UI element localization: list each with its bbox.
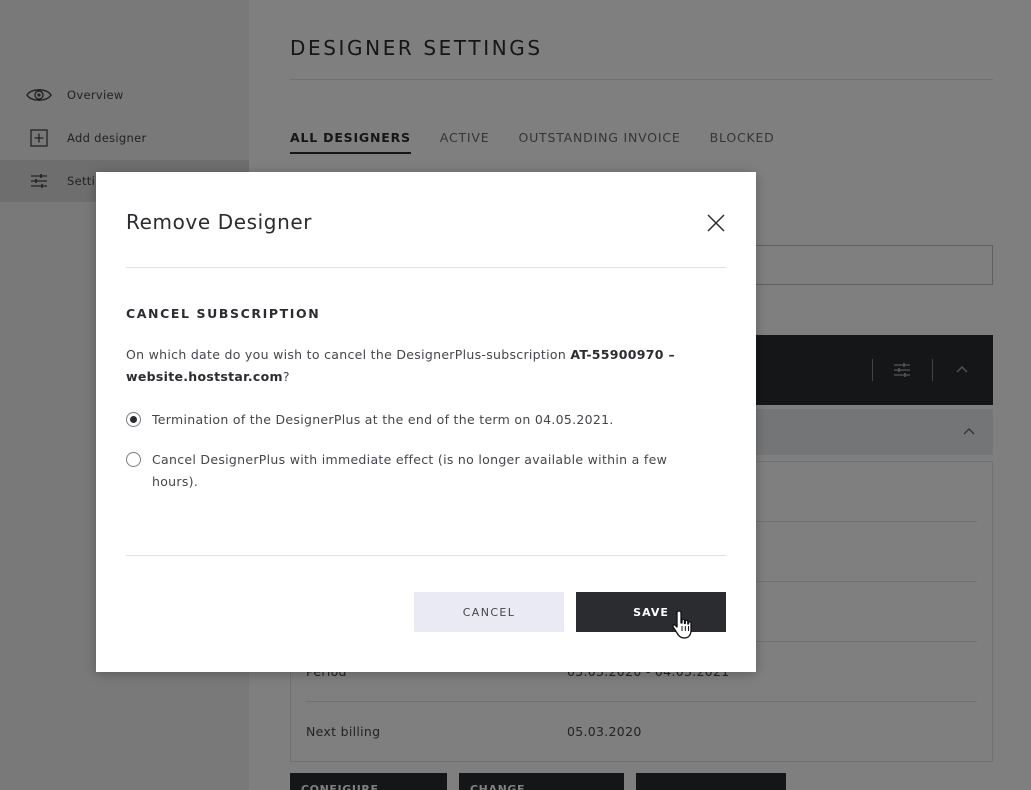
remove-designer-dialog: Remove Designer CANCEL SUBSCRIPTION On w… xyxy=(96,172,756,672)
cancel-question: On which date do you wish to cancel the … xyxy=(126,344,716,388)
option-immediate[interactable]: Cancel DesignerPlus with immediate effec… xyxy=(126,449,706,493)
cancel-button[interactable]: CANCEL xyxy=(414,592,564,632)
option-end-of-term[interactable]: Termination of the DesignerPlus at the e… xyxy=(126,409,706,431)
question-text: On which date do you wish to cancel the … xyxy=(126,347,571,362)
option-label: Termination of the DesignerPlus at the e… xyxy=(152,412,614,427)
hand-pointer-icon xyxy=(670,609,696,641)
modal-title: Remove Designer xyxy=(126,210,313,234)
save-button[interactable]: SAVE xyxy=(576,592,726,632)
divider xyxy=(126,555,726,556)
radio-button-checked[interactable] xyxy=(126,412,141,427)
option-label: Cancel DesignerPlus with immediate effec… xyxy=(152,452,668,489)
section-title: CANCEL SUBSCRIPTION xyxy=(126,306,321,321)
divider xyxy=(126,267,726,268)
close-icon[interactable] xyxy=(705,212,727,234)
radio-button[interactable] xyxy=(126,452,141,467)
question-suffix: ? xyxy=(282,369,290,384)
